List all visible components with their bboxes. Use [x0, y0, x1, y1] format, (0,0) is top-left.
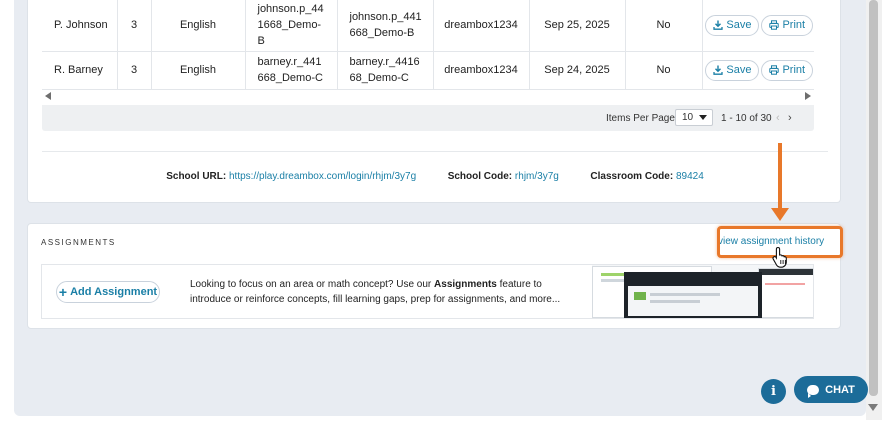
school-code-link[interactable]: rhjm/3y7g	[515, 171, 559, 182]
promo-text-start: Looking to focus on an area or math conc…	[190, 279, 435, 290]
assignments-promo-panel: + Add Assignment Looking to focus on an …	[41, 264, 814, 319]
next-page-button[interactable]: ›	[788, 112, 792, 124]
students-table: P. Johnson 3 English johnson.p_441668_Demo-…	[42, 0, 814, 90]
add-assignment-button[interactable]: + Add Assignment	[56, 281, 160, 303]
save-label: Save	[726, 64, 752, 76]
items-per-page-select[interactable]: 10	[675, 109, 713, 126]
divider	[42, 151, 828, 152]
print-button[interactable]: Print	[761, 14, 814, 36]
scrollbar-thumb[interactable]	[869, 0, 878, 396]
assignments-promo-text: Looking to focus on an area or math conc…	[190, 277, 570, 307]
student-flag: No	[625, 0, 703, 52]
promo-text-bold: Assignments	[434, 279, 497, 290]
annotation-arrow-head-icon	[771, 208, 789, 221]
print-button[interactable]: Print	[761, 59, 814, 81]
school-url-link[interactable]: https://play.dreambox.com/login/rhjm/3y7…	[229, 171, 416, 182]
scroll-left-arrow-icon[interactable]	[45, 92, 51, 100]
previous-page-button[interactable]: ‹	[776, 112, 780, 124]
row-actions: Save Print	[702, 0, 814, 52]
classroom-code-link[interactable]: 89424	[676, 171, 704, 182]
assignments-title: ASSIGNMENTS	[41, 238, 116, 247]
pagination-bar: Items Per Page: 10 1 - 10 of 30 ‹ ›	[42, 105, 814, 131]
row-actions: Save Print	[702, 51, 814, 90]
printer-icon	[769, 65, 780, 75]
chat-bubble-icon	[807, 384, 820, 398]
school-info: School URL: https://play.dreambox.com/lo…	[28, 171, 842, 182]
student-username: johnson.p_441668_Demo-B	[245, 0, 338, 52]
download-icon	[713, 65, 724, 75]
student-password: johnson.p_441668_Demo-B	[337, 0, 434, 52]
info-button[interactable]: i	[761, 379, 786, 404]
save-label: Save	[726, 19, 752, 32]
chat-button[interactable]: CHAT	[794, 376, 868, 403]
student-date: Sep 25, 2025	[529, 0, 626, 52]
assignments-preview-image	[592, 265, 813, 318]
classroom-code-label: Classroom Code:	[590, 171, 674, 182]
scroll-down-arrow-icon[interactable]	[868, 404, 878, 411]
save-button[interactable]: Save	[705, 14, 760, 36]
student-code: dreambox1234	[433, 0, 530, 52]
hand-pointer-cursor-icon	[772, 246, 787, 268]
save-button[interactable]: Save	[705, 59, 760, 81]
page-range: 1 - 10 of 30	[721, 113, 772, 124]
print-label: Print	[782, 19, 806, 32]
student-grade: 3	[117, 0, 152, 52]
printer-icon	[769, 20, 780, 30]
items-per-page-label: Items Per Page:	[606, 113, 678, 124]
student-grade: 3	[117, 51, 152, 90]
table-row: P. Johnson 3 English johnson.p_441668_Demo-…	[42, 0, 814, 52]
plus-icon: +	[58, 284, 68, 300]
student-date: Sep 24, 2025	[529, 51, 626, 90]
print-label: Print	[782, 64, 806, 76]
add-assignment-label: Add Assignment	[70, 286, 158, 298]
student-name: P. Johnson	[42, 0, 118, 52]
chat-label: CHAT	[825, 383, 855, 396]
table-row: R. Barney 3 English barney.r_441668_Demo-C b…	[42, 51, 814, 90]
student-password: barney.r_441668_Demo-C	[337, 51, 434, 90]
student-username: barney.r_441668_Demo-C	[245, 51, 338, 90]
student-code: dreambox1234	[433, 51, 530, 90]
annotation-arrow	[778, 143, 782, 211]
chevron-down-icon	[699, 115, 707, 120]
school-url-label: School URL:	[166, 171, 227, 182]
student-flag: No	[625, 51, 703, 90]
school-code-label: School Code:	[447, 171, 513, 182]
items-per-page-value: 10	[682, 112, 694, 123]
student-name: R. Barney	[42, 51, 118, 90]
students-card: P. Johnson 3 English johnson.p_441668_Demo-…	[27, 0, 841, 203]
horizontal-scrollbar[interactable]	[42, 89, 814, 105]
student-language: English	[151, 0, 246, 52]
student-language: English	[151, 51, 246, 90]
download-icon	[713, 20, 724, 31]
scroll-right-arrow-icon[interactable]	[805, 92, 811, 100]
